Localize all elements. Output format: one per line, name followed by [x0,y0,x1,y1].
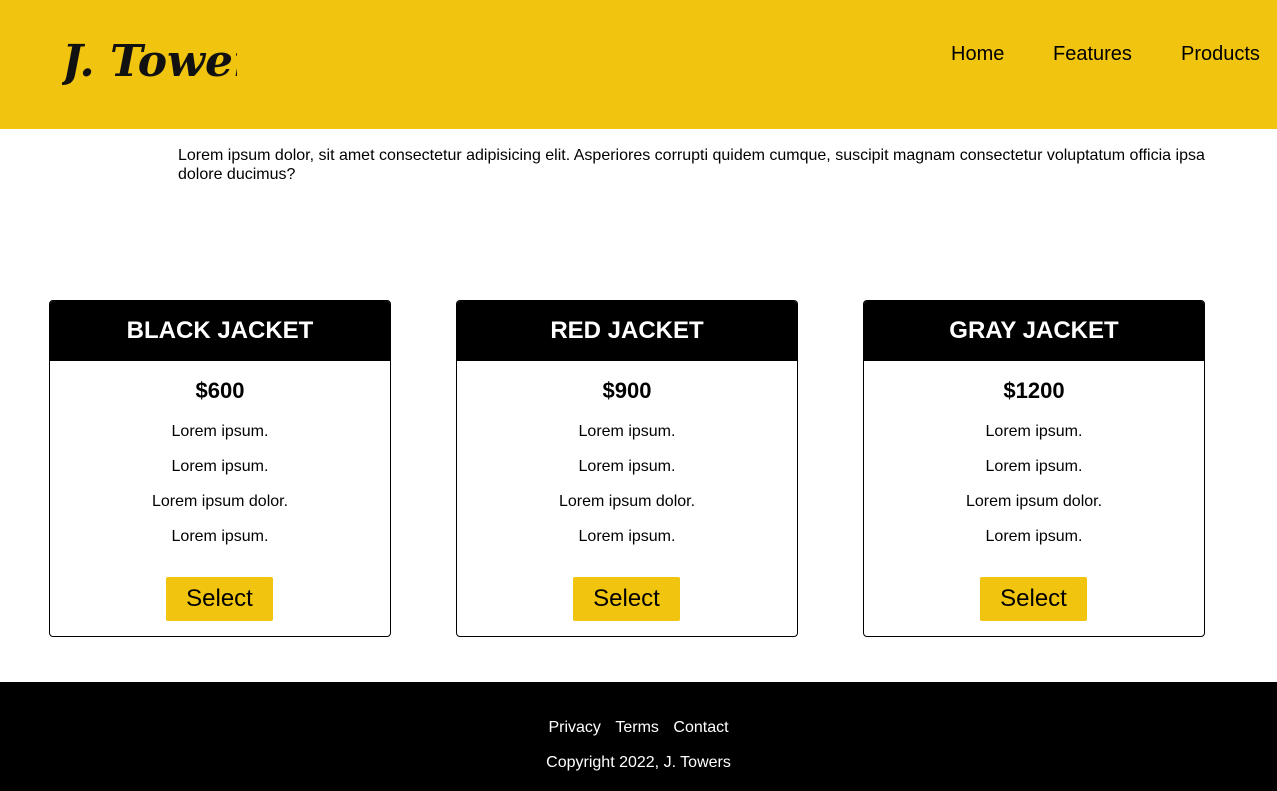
feature-list: Lorem ipsum. Lorem ipsum. Lorem ipsum do… [864,414,1204,554]
select-button[interactable]: Select [573,577,680,621]
feature-item: Lorem ipsum. [985,458,1083,475]
footer-link-terms[interactable]: Terms [615,719,659,736]
product-price: $900 [602,378,652,403]
feature-item: Lorem ipsum. [171,423,269,440]
product-card-gray-jacket: GRAY JACKET $1200 Lorem ipsum. Lorem ips… [863,300,1205,637]
feature-list: Lorem ipsum. Lorem ipsum. Lorem ipsum do… [50,414,390,554]
feature-item: Lorem ipsum. [578,458,676,475]
intro-text: Lorem ipsum dolor, sit amet consectetur … [178,147,1205,183]
nav-link-features[interactable]: Features [1053,42,1132,66]
product-title: RED JACKET [457,301,797,361]
product-title: GRAY JACKET [864,301,1204,361]
feature-item: Lorem ipsum. [171,528,269,545]
logo-text: J. Towers [62,36,237,87]
product-price: $600 [195,378,245,403]
feature-item: Lorem ipsum dolor. [151,493,289,510]
select-button[interactable]: Select [980,577,1087,621]
select-button[interactable]: Select [166,577,273,621]
product-title: BLACK JACKET [50,301,390,361]
feature-item: Lorem ipsum. [985,528,1083,545]
footer-link-contact[interactable]: Contact [673,719,728,736]
product-card-black-jacket: BLACK JACKET $600 Lorem ipsum. Lorem ips… [49,300,391,637]
feature-item: Lorem ipsum dolor. [558,493,696,510]
product-price: $1200 [1003,378,1065,403]
site-footer: Privacy Terms Contact Copyright 2022, J.… [0,682,1277,791]
feature-item: Lorem ipsum. [171,458,269,475]
feature-item: Lorem ipsum. [578,423,676,440]
site-header: J. Towers Home Features Products [0,0,1277,129]
feature-item: Lorem ipsum dolor. [965,493,1103,510]
feature-item: Lorem ipsum. [985,423,1083,440]
feature-item: Lorem ipsum. [578,528,676,545]
brand-logo[interactable]: J. Towers [62,30,237,90]
footer-link-privacy[interactable]: Privacy [548,719,600,736]
nav-link-home[interactable]: Home [951,42,1004,66]
footer-links: Privacy Terms Contact [0,718,1277,738]
nav-link-products[interactable]: Products [1181,42,1260,66]
copyright-text: Copyright 2022, J. Towers [546,754,731,771]
product-card-red-jacket: RED JACKET $900 Lorem ipsum. Lorem ipsum… [456,300,798,637]
feature-list: Lorem ipsum. Lorem ipsum. Lorem ipsum do… [457,414,797,554]
